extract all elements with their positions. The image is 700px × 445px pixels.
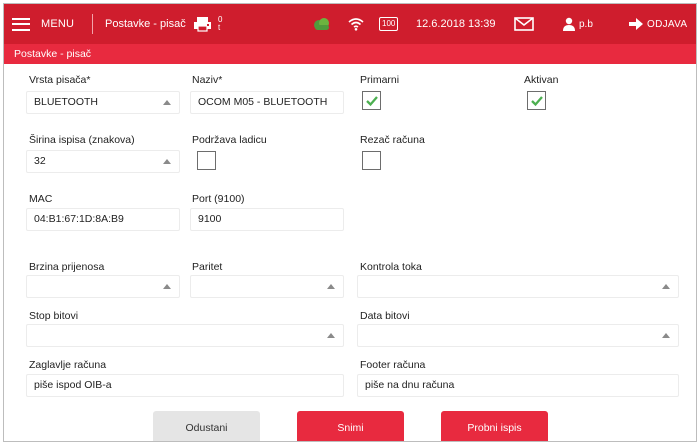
parity-label: Paritet (192, 261, 223, 273)
chevron-up-icon (662, 284, 670, 289)
name-field[interactable]: OCOM M05 - BLUETOOTH (190, 91, 344, 114)
cloud-icon (312, 4, 332, 44)
user-name: p.b (579, 18, 593, 30)
battery-level: 100 (379, 17, 399, 31)
stop-bits-label: Stop bitovi (29, 310, 79, 322)
check-icon (366, 96, 378, 107)
baud-rate-select[interactable] (26, 275, 180, 298)
printer-type-select[interactable]: BLUETOOTH (26, 91, 180, 114)
receipt-footer-label: Footer računa (360, 359, 426, 371)
parity-select[interactable] (190, 275, 344, 298)
chevron-up-icon (163, 284, 171, 289)
name-label: Naziv* (192, 74, 223, 86)
receipt-header-label: Zaglavlje računa (29, 359, 107, 371)
receipt-cutter-checkbox[interactable] (362, 151, 381, 170)
mac-label: MAC (29, 193, 53, 205)
divider (92, 14, 93, 34)
chevron-up-icon (163, 100, 171, 105)
primary-label: Primarni (360, 74, 400, 86)
receipt-footer-field[interactable]: piše na dnu računa (357, 374, 679, 397)
chevron-up-icon (327, 284, 335, 289)
data-bits-select[interactable] (357, 324, 679, 347)
print-width-select[interactable]: 32 (26, 150, 180, 173)
print-queue-counter: 0 t (218, 4, 222, 44)
receipt-header-field[interactable]: piše ispod OIB-a (26, 374, 344, 397)
menu-label[interactable]: MENU (41, 4, 74, 44)
top-bar: MENU Postavke - pisač 0 t 100 12.6.2018 … (4, 4, 696, 44)
top-title: Postavke - pisač (105, 18, 186, 30)
chevron-up-icon (327, 333, 335, 338)
user-icon (562, 4, 576, 44)
name-value: OCOM M05 - BLUETOOTH (198, 96, 328, 108)
mac-value: 04:B1:67:1D:8A:B9 (34, 213, 124, 225)
port-value: 9100 (198, 213, 222, 225)
drawer-support-checkbox[interactable] (197, 151, 216, 170)
flow-control-label: Kontrola toka (360, 261, 422, 273)
printer-type-label: Vrsta pisača* (29, 74, 91, 86)
chevron-up-icon (662, 333, 670, 338)
chevron-up-icon (163, 159, 171, 164)
hamburger-icon[interactable] (12, 4, 32, 44)
baud-rate-label: Brzina prijenosa (29, 261, 105, 273)
test-print-button[interactable]: Probni ispis (441, 411, 548, 441)
data-bits-label: Data bitovi (360, 310, 410, 322)
save-button[interactable]: Snimi (297, 411, 404, 441)
stop-bits-select[interactable] (26, 324, 344, 347)
battery-icon: 100 (379, 4, 399, 44)
drawer-support-label: Podržava ladicu (192, 134, 267, 146)
printer-type-value: BLUETOOTH (34, 96, 98, 108)
print-width-label: Širina ispisa (znakova) (29, 134, 135, 146)
active-label: Aktivan (524, 74, 559, 86)
counter-bottom: t (218, 23, 221, 32)
flow-control-select[interactable] (357, 275, 679, 298)
primary-checkbox[interactable] (362, 91, 381, 110)
datetime: 12.6.2018 13:39 (416, 18, 496, 30)
port-field[interactable]: 9100 (190, 208, 344, 231)
logout-arrow-icon[interactable] (629, 4, 643, 44)
receipt-header-value: piše ispod OIB-a (34, 379, 112, 391)
receipt-footer-value: piše na dnu računa (365, 379, 455, 391)
print-width-value: 32 (34, 155, 46, 167)
check-icon (531, 96, 543, 107)
mail-icon[interactable] (514, 4, 534, 44)
page-title: Postavke - pisač (4, 44, 696, 64)
logout-button[interactable]: ODJAVA (647, 4, 687, 44)
printer-icon[interactable] (193, 4, 213, 44)
cancel-button[interactable]: Odustani (153, 411, 260, 441)
port-label: Port (9100) (192, 193, 245, 205)
active-checkbox[interactable] (527, 91, 546, 110)
app-window: MENU Postavke - pisač 0 t 100 12.6.2018 … (3, 3, 697, 442)
mac-field[interactable]: 04:B1:67:1D:8A:B9 (26, 208, 180, 231)
receipt-cutter-label: Rezač računa (360, 134, 425, 146)
wifi-icon (348, 4, 364, 44)
